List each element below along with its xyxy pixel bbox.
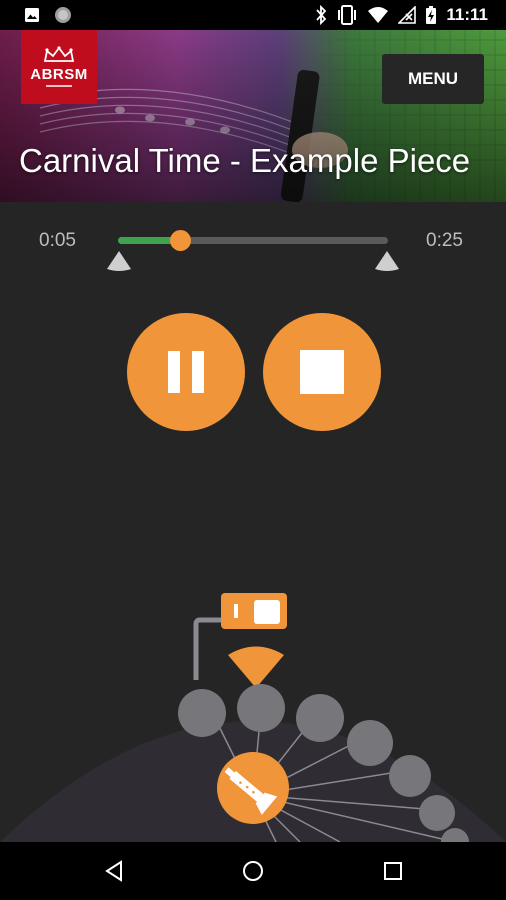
current-time: 0:05 (39, 230, 76, 251)
abrsm-logo: ABRSM (21, 30, 97, 104)
progress-bar[interactable] (118, 230, 388, 251)
pause-icon (168, 351, 204, 393)
vibrate-icon (338, 5, 357, 25)
instrument-dial[interactable] (0, 580, 506, 842)
circle-notification-icon (55, 7, 71, 23)
clarinet-icon[interactable] (217, 752, 289, 824)
back-button[interactable] (99, 856, 129, 886)
selection-pointer-icon (228, 646, 284, 688)
stop-button[interactable] (263, 313, 381, 431)
header: ABRSM MENU Carnival Time - Example Piece (0, 30, 506, 202)
battery-charging-icon (426, 6, 437, 24)
status-time: 11:11 (446, 5, 488, 24)
navigation-bar (0, 842, 506, 900)
page-title: Carnival Time - Example Piece (19, 142, 471, 179)
no-signal-icon (398, 6, 417, 24)
back-icon (105, 860, 122, 882)
recents-icon (384, 862, 402, 880)
loop-end-marker-icon[interactable] (374, 250, 400, 272)
crown-icon (43, 45, 75, 62)
logo-underline (46, 84, 72, 87)
home-button[interactable] (238, 856, 268, 886)
home-icon (243, 861, 263, 881)
image-notification-icon (25, 8, 39, 22)
status-bar: 11:11 (0, 0, 506, 30)
wifi-icon (368, 7, 389, 23)
loop-start-marker-icon[interactable] (106, 250, 132, 272)
logo-text: ABRSM (30, 65, 88, 83)
recents-button[interactable] (378, 856, 408, 886)
progress-thumb[interactable] (170, 230, 192, 251)
pause-button[interactable] (127, 313, 245, 431)
stop-icon (300, 350, 344, 394)
bluetooth-icon (316, 5, 327, 25)
menu-button[interactable]: MENU (382, 54, 484, 104)
total-time: 0:25 (426, 230, 463, 251)
